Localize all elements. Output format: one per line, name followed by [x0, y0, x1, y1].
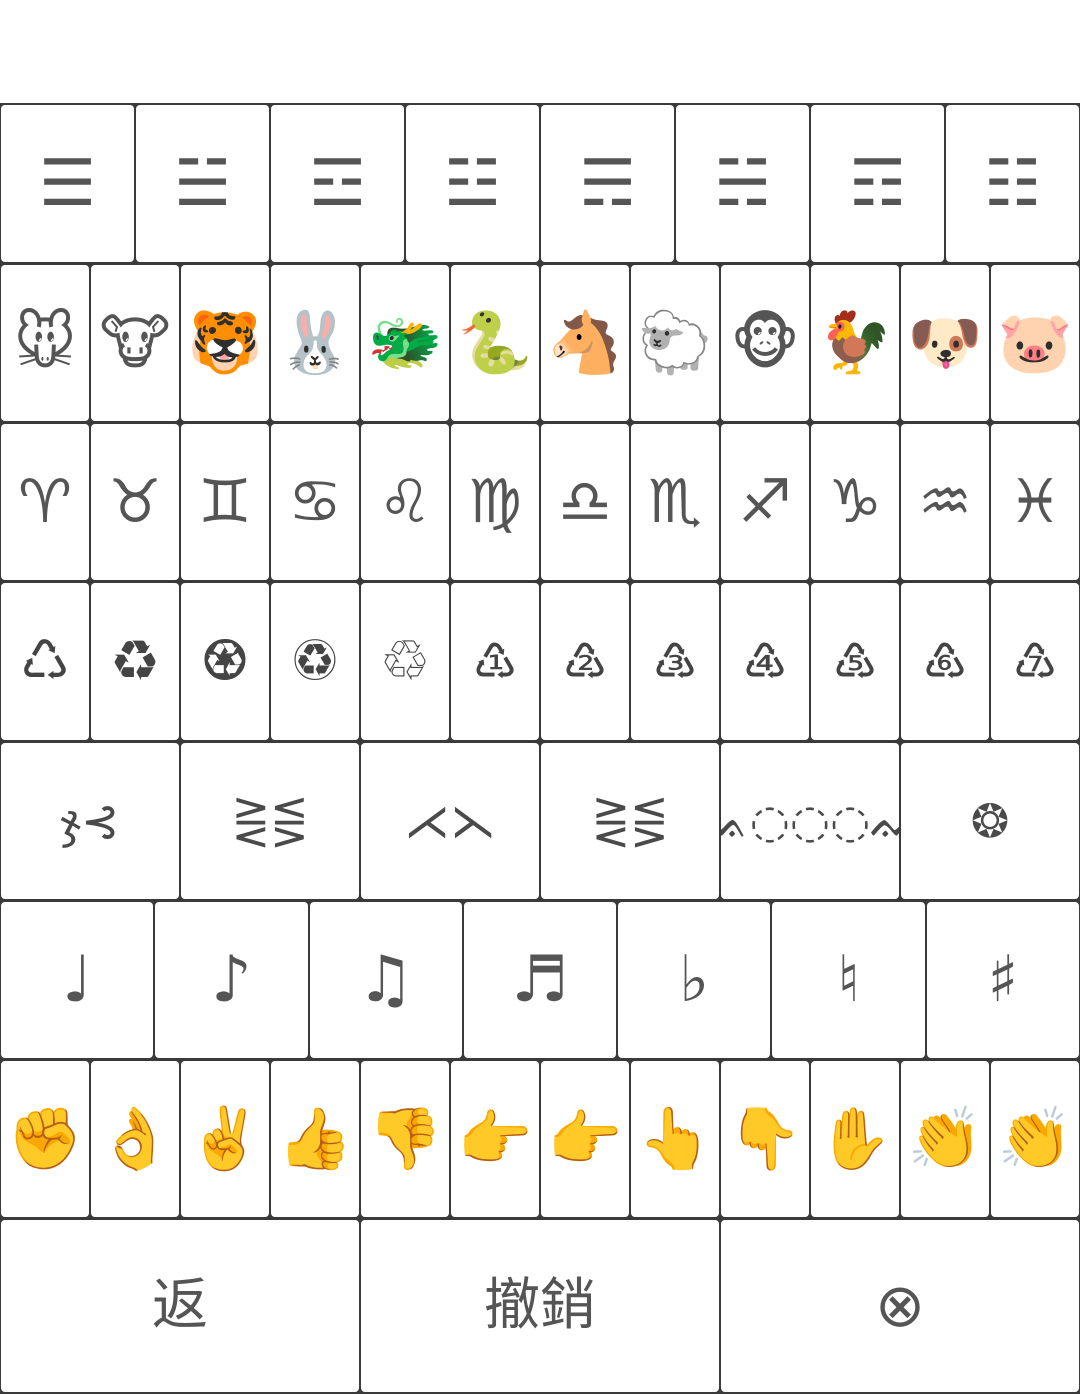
- natural-sign-key[interactable]: ♮: [772, 902, 925, 1058]
- trigram-key[interactable]: ☶: [811, 105, 944, 262]
- decoration-key[interactable]: ჯ⊰: [1, 743, 179, 899]
- recycle-type-7-key[interactable]: ♹: [991, 583, 1079, 740]
- recycle-type-6-key[interactable]: ♸: [901, 583, 989, 740]
- victory-hand-emoji-key[interactable]: ✌️: [181, 1061, 269, 1217]
- capricorn-key[interactable]: ♑: [811, 424, 899, 580]
- trigram-key[interactable]: ☷: [946, 105, 1079, 262]
- recycle-universal-key[interactable]: ♲: [361, 583, 449, 740]
- aries-key[interactable]: ♈: [1, 424, 89, 580]
- horse-emoji-key[interactable]: 🐴: [541, 265, 629, 421]
- decoration-key[interactable]: ᨐ◌◌◌ᨐ: [721, 743, 899, 899]
- recycle-circle-key[interactable]: ♼: [181, 583, 269, 740]
- point-down-emoji-key[interactable]: 👇: [721, 1061, 809, 1217]
- recycle-black-key[interactable]: ♻: [91, 583, 179, 740]
- snake-emoji-key[interactable]: 🐍: [451, 265, 539, 421]
- recycle-type-4-key[interactable]: ♶: [721, 583, 809, 740]
- rat-emoji-key[interactable]: 🐭: [1, 265, 89, 421]
- point-right-emoji-key[interactable]: 👉: [451, 1061, 539, 1217]
- eighth-note-key[interactable]: ♪: [155, 902, 308, 1058]
- trigram-key[interactable]: ☱: [136, 105, 269, 262]
- pig-emoji-key[interactable]: 🐷: [991, 265, 1079, 421]
- thumbs-down-emoji-key[interactable]: 👎: [361, 1061, 449, 1217]
- zodiac-animal-row: 🐭 🐮 🐯 🐰 🐲 🐍 🐴 🐑 🐵 🐓 🐶 🐷: [0, 265, 1080, 421]
- dog-emoji-key[interactable]: 🐶: [901, 265, 989, 421]
- decoration-key[interactable]: ❂: [901, 743, 1079, 899]
- recycle-filled-circle-key[interactable]: ♽: [271, 583, 359, 740]
- trigram-key[interactable]: ☳: [406, 105, 539, 262]
- thumbs-up-emoji-key[interactable]: 👍: [271, 1061, 359, 1217]
- action-row: 返 撤銷 ⊗: [0, 1220, 1080, 1392]
- fist-emoji-key[interactable]: ✊: [1, 1061, 89, 1217]
- decoration-key[interactable]: ⋛⋚: [181, 743, 359, 899]
- virgo-key[interactable]: ♍: [451, 424, 539, 580]
- zodiac-sign-row: ♈ ♉ ♊ ♋ ♌ ♍ ♎ ♏ ♐ ♑ ♒ ♓: [0, 424, 1080, 580]
- cancer-key[interactable]: ♋: [271, 424, 359, 580]
- rooster-emoji-key[interactable]: 🐓: [811, 265, 899, 421]
- sagittarius-key[interactable]: ♐: [721, 424, 809, 580]
- hand-emoji-row: ✊ 👌 ✌️ 👍 👎 👉 👉 👆 👇 ✋ 👏 👏: [0, 1061, 1080, 1217]
- tiger-emoji-key[interactable]: 🐯: [181, 265, 269, 421]
- clapping-hands-emoji-key[interactable]: 👏: [991, 1061, 1079, 1217]
- music-row: ♩ ♪ ♫ ♬ ♭ ♮ ♯: [0, 902, 1080, 1058]
- sheep-emoji-key[interactable]: 🐑: [631, 265, 719, 421]
- symbol-keyboard: ☰ ☱ ☲ ☳ ☴ ☵ ☶ ☷ 🐭 🐮 🐯 🐰 🐲 🐍 🐴 🐑 🐵 🐓 🐶 🐷 …: [0, 103, 1080, 1394]
- monkey-emoji-key[interactable]: 🐵: [721, 265, 809, 421]
- point-right-emoji-key[interactable]: 👉: [541, 1061, 629, 1217]
- point-up-emoji-key[interactable]: 👆: [631, 1061, 719, 1217]
- trigram-key[interactable]: ☰: [1, 105, 134, 262]
- quarter-note-key[interactable]: ♩: [1, 902, 154, 1058]
- leo-key[interactable]: ♌: [361, 424, 449, 580]
- beamed-sixteenth-notes-key[interactable]: ♬: [463, 902, 617, 1058]
- beamed-eighth-notes-key[interactable]: ♫: [309, 902, 462, 1058]
- pisces-key[interactable]: ♓: [991, 424, 1079, 580]
- recycle-type-1-key[interactable]: ♳: [451, 583, 539, 740]
- libra-key[interactable]: ♎: [541, 424, 629, 580]
- trigram-key[interactable]: ☲: [271, 105, 404, 262]
- dragon-emoji-key[interactable]: 🐲: [361, 265, 449, 421]
- undo-button[interactable]: 撤銷: [361, 1220, 719, 1392]
- clapping-hands-emoji-key[interactable]: 👏: [901, 1061, 989, 1217]
- rabbit-emoji-key[interactable]: 🐰: [271, 265, 359, 421]
- decoration-key[interactable]: ⋌⋋: [361, 743, 539, 899]
- taurus-key[interactable]: ♉: [91, 424, 179, 580]
- flat-sign-key[interactable]: ♭: [618, 902, 771, 1058]
- recycle-type-2-key[interactable]: ♴: [541, 583, 629, 740]
- back-button[interactable]: 返: [1, 1220, 359, 1392]
- input-preview-area: [0, 0, 1080, 103]
- recycle-outline-key[interactable]: ♺: [1, 583, 89, 740]
- delete-button[interactable]: ⊗: [721, 1220, 1079, 1392]
- trigram-row: ☰ ☱ ☲ ☳ ☴ ☵ ☶ ☷: [0, 105, 1080, 262]
- recycle-type-3-key[interactable]: ♵: [631, 583, 719, 740]
- recycle-row: ♺ ♻ ♼ ♽ ♲ ♳ ♴ ♵ ♶ ♷ ♸ ♹: [0, 583, 1080, 740]
- raised-hand-emoji-key[interactable]: ✋: [811, 1061, 899, 1217]
- cow-emoji-key[interactable]: 🐮: [91, 265, 179, 421]
- aquarius-key[interactable]: ♒: [901, 424, 989, 580]
- sharp-sign-key[interactable]: ♯: [926, 902, 1079, 1058]
- trigram-key[interactable]: ☵: [676, 105, 809, 262]
- decoration-key[interactable]: ⋛⋚: [541, 743, 719, 899]
- decoration-row: ჯ⊰ ⋛⋚ ⋌⋋ ⋛⋚ ᨐ◌◌◌ᨐ ❂: [0, 743, 1080, 899]
- trigram-key[interactable]: ☴: [541, 105, 674, 262]
- recycle-type-5-key[interactable]: ♷: [811, 583, 899, 740]
- scorpio-key[interactable]: ♏: [631, 424, 719, 580]
- ok-hand-emoji-key[interactable]: 👌: [91, 1061, 179, 1217]
- gemini-key[interactable]: ♊: [181, 424, 269, 580]
